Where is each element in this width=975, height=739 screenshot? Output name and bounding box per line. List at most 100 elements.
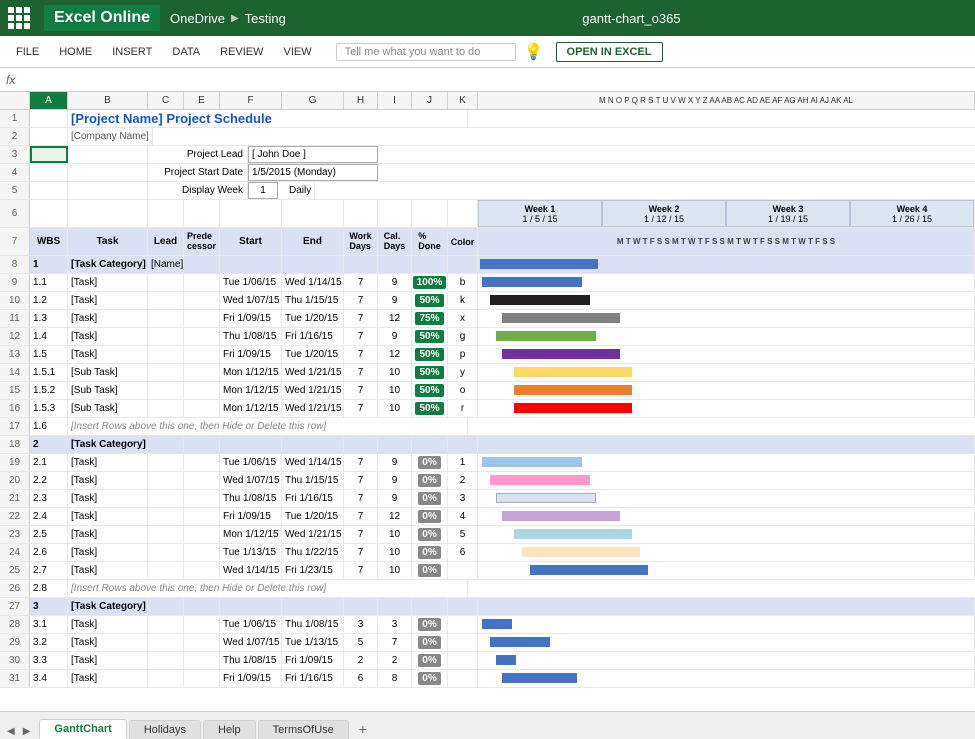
cell-5-value1[interactable]: 1 <box>248 182 278 199</box>
cell-2-a[interactable] <box>30 128 68 145</box>
col-header-b[interactable]: B <box>68 92 148 109</box>
cell-20-lead[interactable] <box>148 472 184 489</box>
cell-10-pred[interactable] <box>184 292 220 309</box>
cell-11-lead[interactable] <box>148 310 184 327</box>
cell-19-lead[interactable] <box>148 454 184 471</box>
menu-view[interactable]: VIEW <box>276 42 320 62</box>
tab-holidays[interactable]: Holidays <box>129 720 201 739</box>
cell-23-lead[interactable] <box>148 526 184 543</box>
cell-8-color[interactable] <box>448 256 478 273</box>
cell-13-pred[interactable] <box>184 346 220 363</box>
menu-home[interactable]: HOME <box>51 42 100 62</box>
col-header-e[interactable]: E <box>184 92 220 109</box>
cell-24-pred[interactable] <box>184 544 220 561</box>
cell-21-lead[interactable] <box>148 490 184 507</box>
cell-18-end[interactable] <box>282 436 344 453</box>
cell-27-pred[interactable] <box>184 598 220 615</box>
cell-14-lead[interactable] <box>148 364 184 381</box>
cell-6-a[interactable] <box>30 200 68 227</box>
col-header-gantt[interactable]: M N O P Q R S T U V W X Y Z AA AB AC AD … <box>478 92 975 109</box>
cell-6-e[interactable] <box>184 200 220 227</box>
cell-27-color[interactable] <box>448 598 478 615</box>
cell-24-lead[interactable] <box>148 544 184 561</box>
tab-ganttchart[interactable]: GanttChart <box>39 719 126 739</box>
cell-6-i[interactable] <box>378 200 412 227</box>
col-header-a[interactable]: A <box>30 92 68 109</box>
col-header-k[interactable]: K <box>448 92 478 109</box>
cell-3-value[interactable]: [ John Doe ] <box>248 146 378 163</box>
cell-4-a[interactable] <box>30 164 68 181</box>
breadcrumb-onedrive[interactable]: OneDrive <box>170 11 225 26</box>
cell-20-pred[interactable] <box>184 472 220 489</box>
cell-6-g[interactable] <box>282 200 344 227</box>
cell-6-k[interactable] <box>448 200 478 227</box>
cell-6-f[interactable] <box>220 200 282 227</box>
cell-6-j[interactable] <box>412 200 448 227</box>
cell-6-b[interactable] <box>68 200 148 227</box>
cell-6-c[interactable] <box>148 200 184 227</box>
tab-termsofuse[interactable]: TermsOfUse <box>258 720 349 739</box>
col-header-c[interactable]: C <box>148 92 184 109</box>
col-header-h[interactable]: H <box>344 92 378 109</box>
cell-13-lead[interactable] <box>148 346 184 363</box>
cell-18-pct[interactable] <box>412 436 448 453</box>
cell-19-pred[interactable] <box>184 454 220 471</box>
cell-4-value[interactable]: 1/5/2015 (Monday) <box>248 164 378 181</box>
cell-29-pred[interactable] <box>184 634 220 651</box>
cell-29-lead[interactable] <box>148 634 184 651</box>
cell-3-b[interactable] <box>68 146 148 163</box>
cell-8-wd[interactable] <box>344 256 378 273</box>
menu-insert[interactable]: INSERT <box>104 42 160 62</box>
cell-30-pred[interactable] <box>184 652 220 669</box>
cell-16-lead[interactable] <box>148 400 184 417</box>
cell-12-pred[interactable] <box>184 328 220 345</box>
breadcrumb-testing[interactable]: Testing <box>245 11 286 26</box>
add-sheet-button[interactable]: + <box>351 719 375 739</box>
cell-10-lead[interactable] <box>148 292 184 309</box>
menu-review[interactable]: REVIEW <box>212 42 271 62</box>
cell-15-lead[interactable] <box>148 382 184 399</box>
cell-18-lead[interactable] <box>148 436 184 453</box>
tab-prev-arrow[interactable]: ◀ <box>4 724 18 739</box>
tell-me-input[interactable]: Tell me what you want to do <box>336 43 516 61</box>
cell-12-lead[interactable] <box>148 328 184 345</box>
col-header-j[interactable]: J <box>412 92 448 109</box>
cell-31-lead[interactable] <box>148 670 184 687</box>
cell-28-pred[interactable] <box>184 616 220 633</box>
cell-1-a[interactable] <box>30 110 68 127</box>
cell-8-start[interactable] <box>220 256 282 273</box>
tab-next-arrow[interactable]: ▶ <box>20 724 34 739</box>
menu-file[interactable]: FILE <box>8 42 47 62</box>
cell-18-pred[interactable] <box>184 436 220 453</box>
cell-18-cd[interactable] <box>378 436 412 453</box>
cell-30-lead[interactable] <box>148 652 184 669</box>
cell-27-cd[interactable] <box>378 598 412 615</box>
cell-27-pct[interactable] <box>412 598 448 615</box>
open-excel-button[interactable]: OPEN IN EXCEL <box>556 42 663 62</box>
cell-22-pred[interactable] <box>184 508 220 525</box>
cell-3-a[interactable] <box>30 146 68 163</box>
cell-8-end[interactable] <box>282 256 344 273</box>
cell-21-pred[interactable] <box>184 490 220 507</box>
col-header-f[interactable]: F <box>220 92 282 109</box>
cell-18-color[interactable] <box>448 436 478 453</box>
cell-8-pred[interactable] <box>184 256 220 273</box>
cell-5-b[interactable] <box>68 182 148 199</box>
cell-23-pred[interactable] <box>184 526 220 543</box>
cell-9-pred[interactable] <box>184 274 220 291</box>
cell-11-pred[interactable] <box>184 310 220 327</box>
cell-9-lead[interactable] <box>148 274 184 291</box>
cell-27-start[interactable] <box>220 598 282 615</box>
menu-data[interactable]: DATA <box>164 42 208 62</box>
cell-27-end[interactable] <box>282 598 344 615</box>
cell-5-a[interactable] <box>30 182 68 199</box>
cell-8-pct[interactable] <box>412 256 448 273</box>
cell-25-lead[interactable] <box>148 562 184 579</box>
cell-25-pred[interactable] <box>184 562 220 579</box>
cell-16-pred[interactable] <box>184 400 220 417</box>
cell-28-lead[interactable] <box>148 616 184 633</box>
cell-8-cd[interactable] <box>378 256 412 273</box>
cell-4-b[interactable] <box>68 164 148 181</box>
cell-6-h[interactable] <box>344 200 378 227</box>
cell-27-lead[interactable] <box>148 598 184 615</box>
